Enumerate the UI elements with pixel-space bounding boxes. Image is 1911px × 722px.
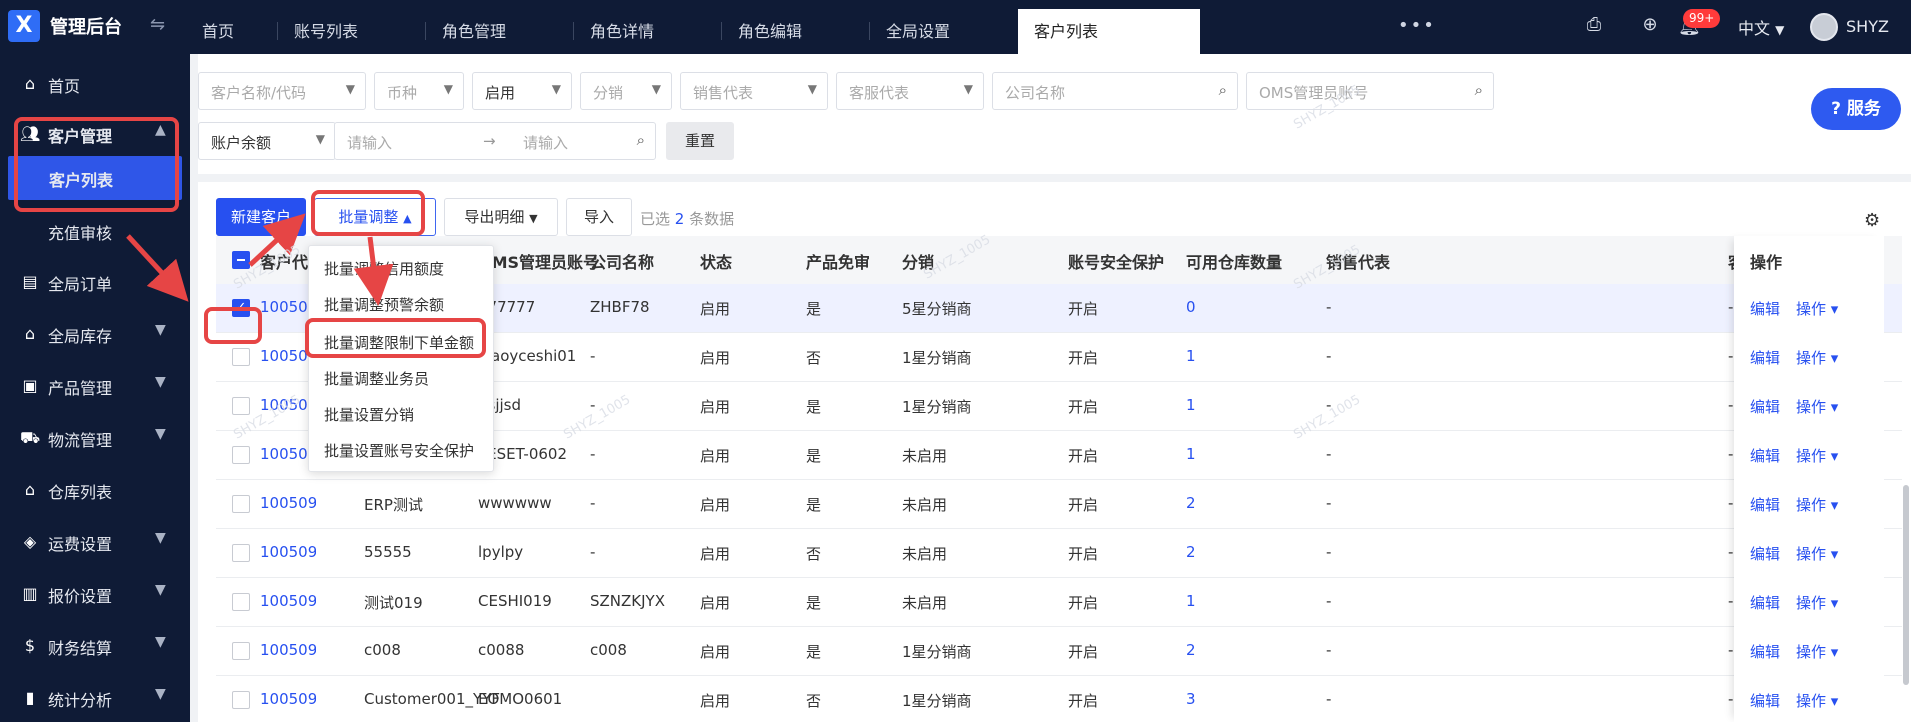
annotation-arrows [126,213,394,306]
annotation-arrow-1 [126,234,189,302]
annotation-arrow-3 [353,236,394,306]
